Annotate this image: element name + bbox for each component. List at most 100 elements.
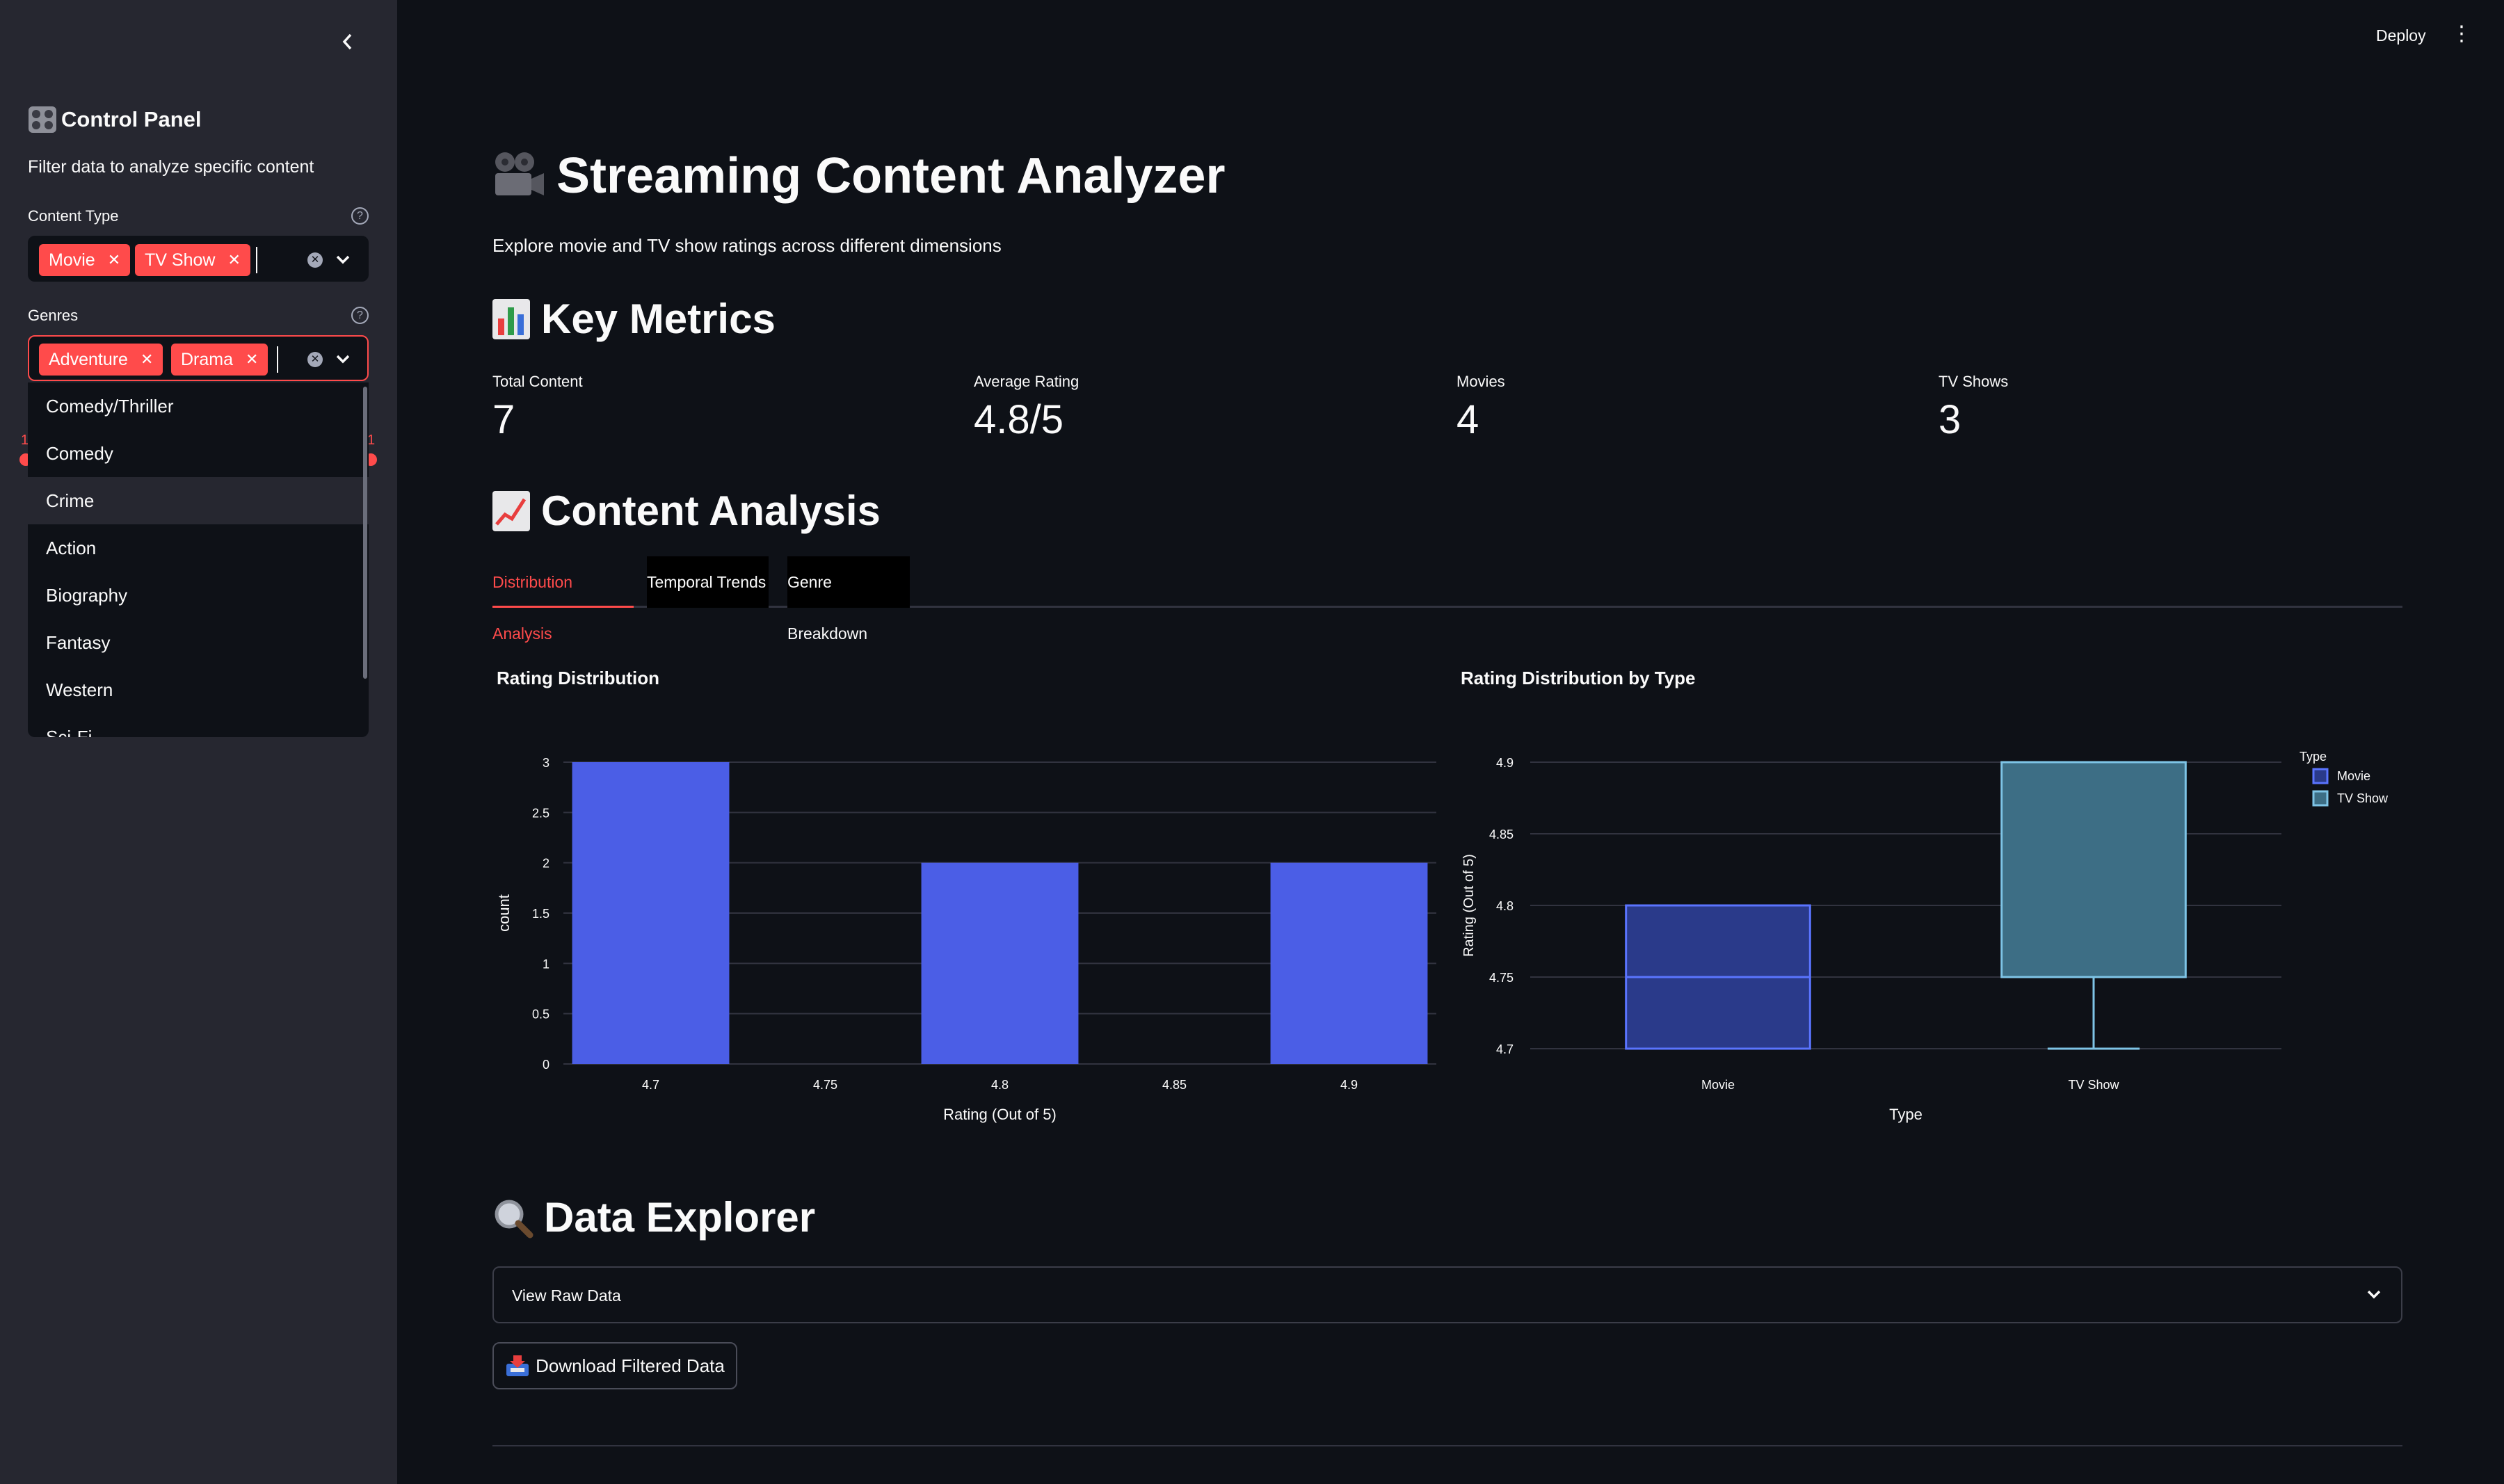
- key-metrics-heading-text: Key Metrics: [541, 296, 776, 342]
- main-menu-icon[interactable]: ⋮: [2451, 24, 2472, 45]
- sidebar-subtitle: Filter data to analyze specific content: [28, 157, 314, 177]
- page-title-text: Streaming Content Analyzer: [556, 148, 1226, 204]
- metric-value: 7: [492, 397, 515, 442]
- rating-by-type-chart[interactable]: 4.7 4.75 4.8 4.85 4.9 Movie TV Show Type Rating …: [1454, 737, 2427, 1140]
- bar: [1270, 862, 1428, 1064]
- tab-genre-breakdown[interactable]: Genre Breakdown: [787, 556, 910, 643]
- control-knobs-icon: [29, 106, 56, 133]
- content-analysis-heading: Content Analysis: [491, 487, 881, 535]
- download-label: Download Filtered Data: [536, 1355, 725, 1376]
- remove-chip-icon[interactable]: ✕: [246, 350, 258, 369]
- key-metrics-heading: Key Metrics: [491, 295, 776, 343]
- chart-increasing-icon: [492, 490, 530, 531]
- dropdown-option[interactable]: Sci-Fi: [28, 713, 369, 737]
- y-axis-label: count: [495, 894, 513, 932]
- clear-all-icon[interactable]: ✕: [307, 352, 323, 367]
- collapse-sidebar-button[interactable]: [337, 28, 359, 56]
- chip-adventure[interactable]: Adventure ✕: [39, 344, 163, 376]
- page-subtitle: Explore movie and TV show ratings across…: [492, 235, 1002, 256]
- x-tick-label: 4.9: [1340, 1078, 1358, 1092]
- content-analysis-heading-text: Content Analysis: [541, 487, 881, 534]
- clear-all-icon[interactable]: ✕: [307, 252, 323, 268]
- genres-multiselect[interactable]: Adventure ✕ Drama ✕ ✕: [28, 335, 369, 381]
- y-tick-label: 0.5: [532, 1008, 549, 1022]
- y-tick-label: 4.7: [1496, 1042, 1514, 1056]
- metric-value: 3: [1939, 397, 1961, 442]
- chart-title: Rating Distribution by Type: [1461, 668, 1696, 688]
- page-title: Streaming Content Analyzer: [491, 147, 1226, 204]
- movie-camera-icon: [495, 152, 544, 195]
- download-button[interactable]: Download Filtered Data: [492, 1342, 737, 1389]
- remove-chip-icon[interactable]: ✕: [227, 251, 240, 269]
- y-tick-label: 1.5: [532, 907, 549, 921]
- metric-label: Total Content: [492, 373, 583, 390]
- chip-label: Adventure: [49, 349, 128, 369]
- chevron-down-icon[interactable]: [335, 245, 351, 278]
- y-tick-label: 2: [543, 857, 549, 871]
- x-tick-label: 4.8: [991, 1078, 1009, 1092]
- x-axis-label: Rating (Out of 5): [943, 1106, 1057, 1123]
- chart-title: Rating Distribution: [497, 668, 659, 688]
- legend-swatch: [2312, 768, 2329, 784]
- data-explorer-heading-text: Data Explorer: [544, 1194, 816, 1241]
- y-tick-label: 1: [543, 957, 549, 971]
- y-axis-label: Rating (Out of 5): [1461, 854, 1477, 957]
- dropdown-option[interactable]: Action: [28, 524, 369, 572]
- y-tick-label: 2.5: [532, 806, 549, 820]
- bar: [921, 862, 1079, 1064]
- text-cursor: [256, 247, 257, 273]
- x-tick-label: TV Show: [2068, 1078, 2119, 1092]
- x-tick-label: 4.85: [1162, 1078, 1187, 1092]
- y-tick-label: 0: [543, 1058, 549, 1072]
- help-icon[interactable]: ?: [351, 307, 369, 324]
- dropdown-option[interactable]: Crime: [28, 477, 369, 524]
- dropdown-option[interactable]: Comedy/Thriller: [28, 382, 369, 430]
- metric-label: TV Shows: [1939, 373, 2009, 390]
- rating-distribution-chart[interactable]: 0 0.5 1 1.5 2 2.5 3 4.7 4.75 4.8 4.85 4.9 Rating (Ou…: [487, 737, 1447, 1140]
- chevron-down-icon: [2366, 1280, 2382, 1314]
- content-type-label: Content Type: [28, 207, 119, 225]
- content-type-multiselect[interactable]: Movie ✕ TV Show ✕ ✕: [28, 236, 369, 282]
- chip-drama[interactable]: Drama ✕: [171, 344, 268, 376]
- remove-chip-icon[interactable]: ✕: [108, 251, 120, 269]
- genres-label: Genres: [28, 307, 79, 324]
- metric-value: 4: [1456, 397, 1479, 442]
- remove-chip-icon[interactable]: ✕: [141, 350, 153, 369]
- metric-label: Movies: [1456, 373, 1505, 390]
- x-tick-label: Movie: [1701, 1078, 1735, 1092]
- help-icon[interactable]: ?: [351, 207, 369, 225]
- legend-label: Movie: [2337, 769, 2370, 783]
- y-tick-label: 4.75: [1489, 971, 1514, 985]
- chevron-down-icon[interactable]: [335, 345, 351, 378]
- chip-movie[interactable]: Movie ✕: [39, 244, 131, 276]
- x-tick-label: 4.75: [813, 1078, 837, 1092]
- divider: [492, 1445, 2402, 1446]
- dropdown-option[interactable]: Biography: [28, 572, 369, 619]
- y-tick-label: 3: [543, 756, 549, 770]
- tab-temporal-trends[interactable]: Temporal Trends: [647, 556, 769, 608]
- dropdown-option[interactable]: Western: [28, 666, 369, 713]
- dropdown-option[interactable]: Fantasy: [28, 619, 369, 666]
- deploy-button[interactable]: Deploy: [2376, 26, 2426, 45]
- sidebar-title: Control Panel: [28, 106, 202, 134]
- expander-label: View Raw Data: [512, 1287, 621, 1305]
- inbox-tray-icon: [506, 1355, 529, 1376]
- dropdown-scrollbar[interactable]: [363, 387, 367, 679]
- chip-label: Drama: [181, 349, 234, 369]
- bar-chart-icon: [492, 298, 530, 339]
- metric-label: Average Rating: [974, 373, 1080, 390]
- chevron-left-icon: [342, 33, 352, 50]
- y-tick-label: 4.8: [1496, 899, 1514, 913]
- y-tick-label: 4.9: [1496, 756, 1514, 770]
- tab-distribution-analysis[interactable]: Distribution Analysis: [492, 556, 634, 643]
- dropdown-option[interactable]: Comedy: [28, 430, 369, 477]
- box: [2000, 761, 2187, 978]
- genres-dropdown: Comedy/Thriller Comedy Crime Action Biog…: [28, 382, 369, 737]
- view-raw-data-expander[interactable]: View Raw Data: [492, 1266, 2402, 1323]
- chip-label: Movie: [49, 250, 95, 270]
- magnifier-icon: [495, 1200, 533, 1238]
- legend-label: TV Show: [2337, 791, 2389, 805]
- sidebar-title-text: Control Panel: [61, 107, 202, 131]
- chip-tv-show[interactable]: TV Show ✕: [135, 244, 250, 276]
- sidebar: Control Panel Filter data to analyze spe…: [0, 0, 397, 1484]
